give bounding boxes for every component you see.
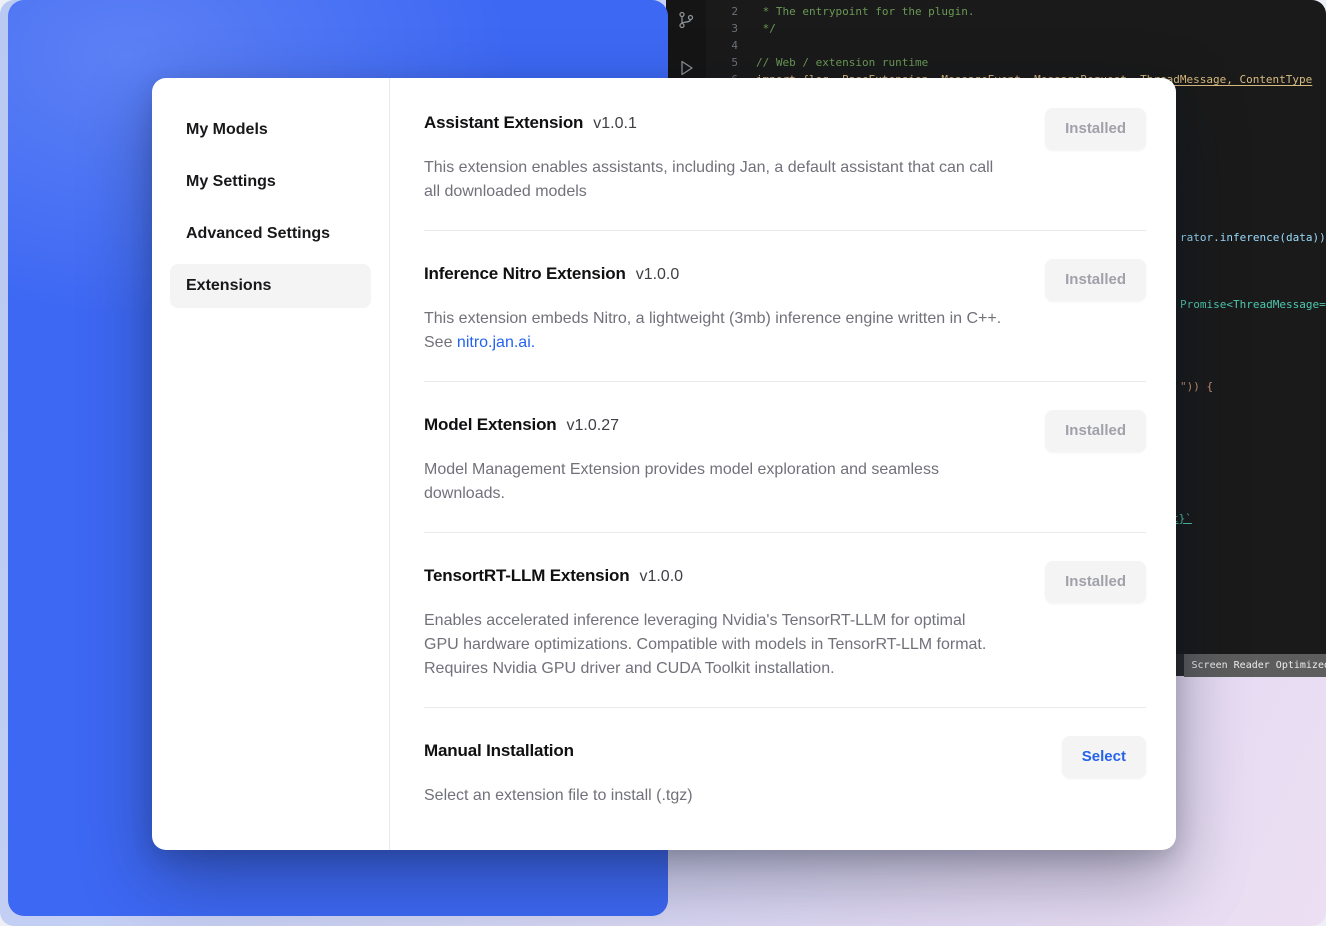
extension-section-model: Model Extension v1.0.27 Installed Model … bbox=[424, 410, 1146, 506]
extension-version: v1.0.0 bbox=[636, 266, 680, 284]
code-line: 5 // Web / extension runtime bbox=[716, 54, 1326, 71]
settings-sidebar: My Models My Settings Advanced Settings … bbox=[152, 78, 390, 850]
extension-description: Enables accelerated inference leveraging… bbox=[424, 609, 999, 681]
divider bbox=[424, 230, 1146, 231]
installed-button[interactable]: Installed bbox=[1045, 108, 1146, 150]
sidebar-item-advanced-settings[interactable]: Advanced Settings bbox=[170, 212, 371, 256]
settings-modal: My Models My Settings Advanced Settings … bbox=[152, 78, 1176, 850]
extension-title: Model Extension bbox=[424, 415, 557, 435]
installed-button[interactable]: Installed bbox=[1045, 561, 1146, 603]
code-line: 4 bbox=[716, 37, 1326, 54]
nitro-link[interactable]: nitro.jan.ai. bbox=[457, 334, 535, 351]
divider bbox=[424, 707, 1146, 708]
extension-description: This extension embeds Nitro, a lightweig… bbox=[424, 307, 1004, 355]
divider bbox=[424, 532, 1146, 533]
extension-section-assistant: Assistant Extension v1.0.1 Installed Thi… bbox=[424, 108, 1146, 204]
section-title: Manual Installation bbox=[424, 741, 574, 761]
code-line: 2 * The entrypoint for the plugin. bbox=[716, 3, 1326, 20]
line-number: 2 bbox=[716, 3, 738, 20]
code-fragment: rator.inference(data)); bbox=[1180, 229, 1326, 246]
extension-version: v1.0.1 bbox=[593, 115, 637, 133]
code-area: 2 * The entrypoint for the plugin. 3 */ … bbox=[716, 3, 1326, 88]
line-number: 5 bbox=[716, 54, 738, 71]
code-line: 3 */ bbox=[716, 20, 1326, 37]
extension-section-tensorrt: TensortRT-LLM Extension v1.0.0 Installed… bbox=[424, 561, 1146, 681]
code-fragment: Promise<ThreadMessage= bbox=[1180, 296, 1326, 313]
screen-reader-chip[interactable]: Screen Reader Optimized bbox=[1184, 654, 1326, 677]
desktop: 2 * The entrypoint for the plugin. 3 */ … bbox=[0, 0, 1326, 926]
extensions-panel: Assistant Extension v1.0.1 Installed Thi… bbox=[390, 78, 1176, 850]
extension-version: v1.0.0 bbox=[639, 568, 683, 586]
run-debug-icon[interactable] bbox=[676, 58, 696, 78]
extension-version: v1.0.27 bbox=[567, 417, 619, 435]
code-text: * The entrypoint for the plugin. bbox=[756, 3, 975, 20]
line-number: 3 bbox=[716, 20, 738, 37]
installed-button[interactable]: Installed bbox=[1045, 259, 1146, 301]
sidebar-item-my-settings[interactable]: My Settings bbox=[170, 160, 371, 204]
divider bbox=[424, 381, 1146, 382]
section-description: Select an extension file to install (.tg… bbox=[424, 784, 1146, 808]
extension-title: TensortRT-LLM Extension bbox=[424, 566, 629, 586]
installed-button[interactable]: Installed bbox=[1045, 410, 1146, 452]
manual-installation-section: Manual Installation Select Select an ext… bbox=[424, 736, 1146, 808]
extension-section-nitro: Inference Nitro Extension v1.0.0 Install… bbox=[424, 259, 1146, 355]
sidebar-item-my-models[interactable]: My Models bbox=[170, 108, 371, 152]
code-text: // Web / extension runtime bbox=[756, 54, 928, 71]
extension-title: Assistant Extension bbox=[424, 113, 583, 133]
extension-description: Model Management Extension provides mode… bbox=[424, 458, 944, 506]
extension-title: Inference Nitro Extension bbox=[424, 264, 626, 284]
sidebar-item-extensions[interactable]: Extensions bbox=[170, 264, 371, 308]
code-fragment: ")) { bbox=[1180, 378, 1213, 395]
select-file-button[interactable]: Select bbox=[1062, 736, 1146, 778]
extension-description: This extension enables assistants, inclu… bbox=[424, 156, 1004, 204]
line-number: 4 bbox=[716, 37, 738, 54]
code-text: */ bbox=[756, 20, 776, 37]
source-control-icon[interactable] bbox=[676, 10, 696, 30]
